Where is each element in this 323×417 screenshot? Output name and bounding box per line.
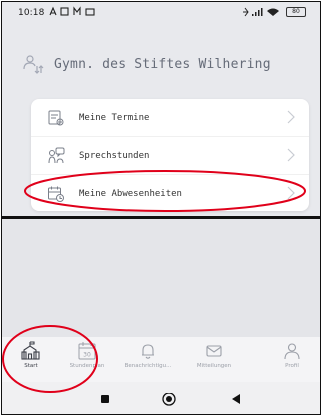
content-background [2, 219, 320, 337]
timetable-icon: 30 [78, 342, 96, 360]
back-button-icon[interactable] [230, 393, 242, 405]
calendar-clipboard-icon [48, 110, 64, 125]
chevron-right-icon [287, 148, 295, 162]
nav-label: Stundenplan [69, 363, 105, 369]
envelope-icon [206, 345, 222, 357]
recents-button-icon[interactable] [99, 393, 111, 405]
nav-item-stundenplan[interactable]: 30 Stundenplan [59, 341, 115, 369]
switch-school-icon[interactable] [22, 53, 44, 75]
calendar-clock-icon [48, 186, 64, 202]
system-navigation-bar [2, 382, 320, 414]
nav-label: Profil [285, 363, 299, 369]
nav-label: Start [24, 363, 38, 369]
menu-item-label: Meine Termine [79, 112, 150, 123]
nav-item-mitteilungen[interactable]: Mitteilungen [186, 341, 242, 369]
chevron-right-icon [287, 186, 295, 200]
nav-label: Mitteilungen [196, 363, 232, 369]
bottom-navigation: Start 30 Stundenplan Benachrichtigu... M… [2, 337, 320, 382]
nav-item-benachrichtigungen[interactable]: Benachrichtigu... [120, 341, 176, 369]
bell-icon [142, 344, 154, 359]
menu-item-meine-abwesenheiten[interactable]: Meine Abwesenheiten [31, 174, 309, 212]
status-right: 80 [243, 7, 306, 18]
menu-item-label: Meine Abwesenheiten [79, 188, 182, 199]
menu-item-label: Sprechstunden [79, 150, 150, 161]
phone-frame: 10:18 80 Gymn. des Stiftes Wilhering Mei… [1, 1, 321, 415]
person-icon [284, 343, 300, 360]
menu-item-sprechstunden[interactable]: Sprechstunden [31, 136, 309, 174]
nav-item-profil[interactable]: Profil [264, 341, 320, 369]
status-bar: 10:18 80 [2, 2, 320, 24]
people-chat-icon [48, 147, 65, 163]
school-title: Gymn. des Stiftes Wilhering [54, 56, 271, 72]
school-header: Gymn. des Stiftes Wilhering [22, 52, 271, 76]
home-button-icon[interactable] [162, 393, 176, 407]
menu-card: Meine Termine Sprechstunden Meine Abwese… [31, 99, 309, 211]
menu-item-meine-termine[interactable]: Meine Termine [31, 99, 309, 136]
top-area: 10:18 80 Gymn. des Stiftes Wilhering Mei… [2, 2, 320, 216]
battery-icon: 80 [286, 7, 306, 17]
timetable-day: 30 [83, 352, 91, 359]
nav-label: Benachrichtigu... [124, 363, 172, 369]
chevron-right-icon [287, 110, 295, 124]
status-time: 10:18 [18, 8, 45, 18]
school-building-icon [21, 341, 40, 360]
nav-item-start[interactable]: Start [3, 341, 59, 369]
notification-icons [48, 6, 100, 20]
